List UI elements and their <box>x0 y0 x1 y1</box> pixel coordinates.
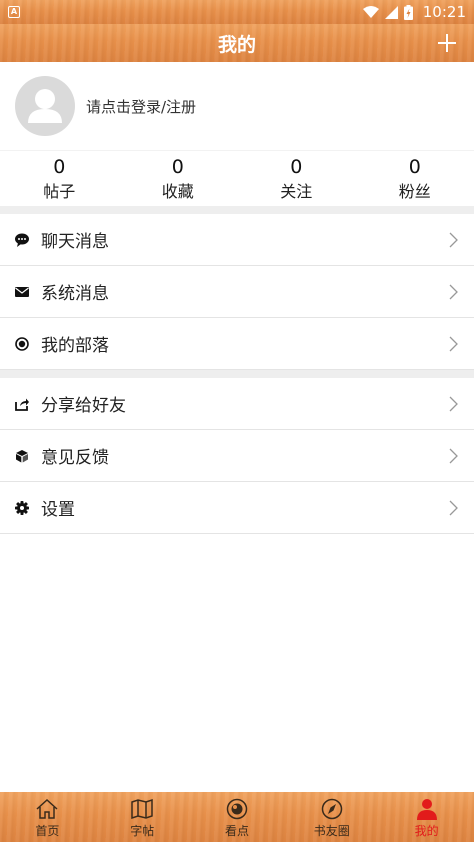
chat-bubble-icon <box>15 233 29 247</box>
gear-icon <box>15 500 29 515</box>
add-button[interactable] <box>434 30 460 56</box>
stat-followers[interactable]: 0 粉丝 <box>356 151 474 206</box>
eye-circle-icon <box>225 797 249 821</box>
tab-label: 首页 <box>35 824 60 838</box>
menu-item-label: 我的部落 <box>41 336 109 356</box>
battery-icon <box>403 4 413 20</box>
stat-label: 关注 <box>280 181 313 201</box>
cell-signal-icon <box>384 5 398 19</box>
menu-item-label: 设置 <box>41 500 75 520</box>
stat-label: 粉丝 <box>398 181 431 201</box>
share-icon <box>15 397 29 411</box>
menu-item-system-messages[interactable]: 系统消息 <box>0 266 474 318</box>
section-divider <box>0 370 474 378</box>
target-icon <box>15 336 29 351</box>
menu-item-settings[interactable]: 设置 <box>0 482 474 534</box>
chevron-right-icon <box>449 336 458 352</box>
chevron-right-icon <box>449 448 458 464</box>
profile-section[interactable]: 请点击登录/注册 <box>0 62 474 150</box>
menu-group-messages: 聊天消息 系统消息 我的部落 <box>0 214 474 370</box>
stat-label: 收藏 <box>161 181 194 201</box>
chevron-right-icon <box>449 232 458 248</box>
tab-label: 我的 <box>414 824 439 838</box>
stat-posts[interactable]: 0 帖子 <box>0 151 119 206</box>
person-icon <box>415 797 439 821</box>
avatar[interactable] <box>15 76 75 136</box>
menu-item-label: 聊天消息 <box>41 232 109 252</box>
tab-label: 书友圈 <box>313 824 350 838</box>
stat-value: 0 <box>53 155 66 178</box>
menu-item-chat-messages[interactable]: 聊天消息 <box>0 214 474 266</box>
menu-item-label: 分享给好友 <box>41 396 126 416</box>
login-register-link[interactable]: 请点击登录/注册 <box>86 96 196 117</box>
stat-value: 0 <box>408 155 421 178</box>
envelope-icon <box>15 285 29 299</box>
stat-favorites[interactable]: 0 收藏 <box>119 151 238 206</box>
cube-icon <box>15 449 29 463</box>
tab-highlights[interactable]: 看点 <box>190 792 285 842</box>
tab-book-friends[interactable]: 书友圈 <box>284 792 379 842</box>
notification-app-icon: A <box>8 6 20 18</box>
tab-home[interactable]: 首页 <box>0 792 95 842</box>
stat-value: 0 <box>290 155 303 178</box>
compass-icon <box>320 797 344 821</box>
menu-group-misc: 分享给好友 意见反馈 设置 <box>0 378 474 534</box>
menu-item-label: 意见反馈 <box>41 448 109 468</box>
chevron-right-icon <box>449 500 458 516</box>
wifi-icon <box>362 5 379 18</box>
stat-value: 0 <box>171 155 184 178</box>
menu-item-feedback[interactable]: 意见反馈 <box>0 430 474 482</box>
stats-row: 0 帖子 0 收藏 0 关注 0 粉丝 <box>0 150 474 206</box>
title-bar: 我的 <box>0 24 474 62</box>
plus-icon <box>438 34 456 52</box>
stat-following[interactable]: 0 关注 <box>237 151 356 206</box>
status-time: 10:21 <box>422 3 466 21</box>
page-title: 我的 <box>217 33 256 56</box>
chevron-right-icon <box>449 396 458 412</box>
stat-label: 帖子 <box>43 181 76 201</box>
status-bar: A 10:21 <box>0 0 474 24</box>
chevron-right-icon <box>449 284 458 300</box>
tab-mine[interactable]: 我的 <box>379 792 474 842</box>
map-icon <box>130 797 154 821</box>
section-divider <box>0 206 474 214</box>
home-icon <box>35 797 59 821</box>
menu-item-my-tribe[interactable]: 我的部落 <box>0 318 474 370</box>
menu-item-share[interactable]: 分享给好友 <box>0 378 474 430</box>
bottom-tab-bar: 首页 字帖 看点 书友圈 我的 <box>0 792 474 842</box>
menu-item-label: 系统消息 <box>41 284 109 304</box>
tab-label: 看点 <box>224 824 249 838</box>
tab-label: 字帖 <box>130 824 155 838</box>
default-avatar-icon <box>28 89 62 123</box>
tab-copybook[interactable]: 字帖 <box>95 792 190 842</box>
